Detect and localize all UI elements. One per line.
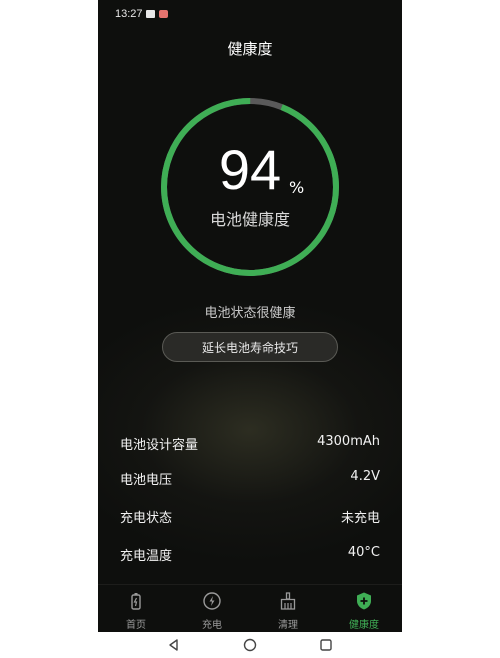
mail-notification-icon [146, 10, 155, 18]
bottom-nav: 首页 充电 清理 健康度 [98, 584, 402, 632]
nav-label: 健康度 [349, 620, 379, 631]
broom-icon [280, 592, 296, 610]
info-value: 4.2V [350, 469, 380, 484]
info-label: 充电温度 [120, 549, 173, 564]
nav-label: 充电 [202, 620, 222, 631]
nav-item-health[interactable]: 健康度 [326, 585, 402, 632]
system-nav-bar [0, 632, 500, 658]
battery-icon [131, 593, 141, 610]
info-label: 充电状态 [120, 511, 173, 526]
home-icon[interactable] [243, 638, 257, 652]
info-label: 电池电压 [120, 473, 173, 488]
info-row-design-capacity: 电池设计容量 4300mAh [98, 424, 402, 460]
info-row-charge-temperature: 充电温度 40°C [98, 535, 402, 571]
info-value: 未充电 [340, 511, 380, 526]
health-ring: 94 % 电池健康度 [155, 92, 345, 282]
nav-label: 首页 [126, 620, 146, 631]
recents-icon[interactable] [319, 638, 333, 652]
phone-screen: 13:27 健康度 94 % 电池健康度 电池状态很健康 延长电池寿命技巧 电池… [98, 0, 402, 632]
info-row-charge-state: 充电状态 未充电 [98, 497, 402, 533]
info-value: 4300mAh [317, 434, 380, 449]
nav-label: 清理 [278, 620, 298, 631]
info-row-voltage: 电池电压 4.2V [98, 459, 402, 495]
app-notification-icon [159, 10, 168, 18]
health-status-text: 电池状态很健康 [204, 306, 296, 321]
health-percent-value: 94 [218, 138, 282, 201]
page-title: 健康度 [227, 40, 273, 58]
nav-item-home[interactable]: 首页 [98, 585, 174, 632]
status-time: 13:27 [115, 8, 143, 20]
health-label: 电池健康度 [209, 210, 290, 229]
back-icon[interactable] [167, 638, 181, 652]
info-value: 40°C [347, 545, 380, 560]
health-percent-sign: % [289, 178, 305, 197]
nav-item-clean[interactable]: 清理 [250, 585, 326, 632]
shield-plus-icon [357, 592, 371, 610]
lightning-icon [203, 592, 221, 610]
status-bar: 13:27 [98, 0, 402, 28]
battery-tips-button[interactable]: 延长电池寿命技巧 [162, 332, 338, 362]
nav-item-charge[interactable]: 充电 [174, 585, 250, 632]
info-label: 电池设计容量 [120, 438, 199, 453]
